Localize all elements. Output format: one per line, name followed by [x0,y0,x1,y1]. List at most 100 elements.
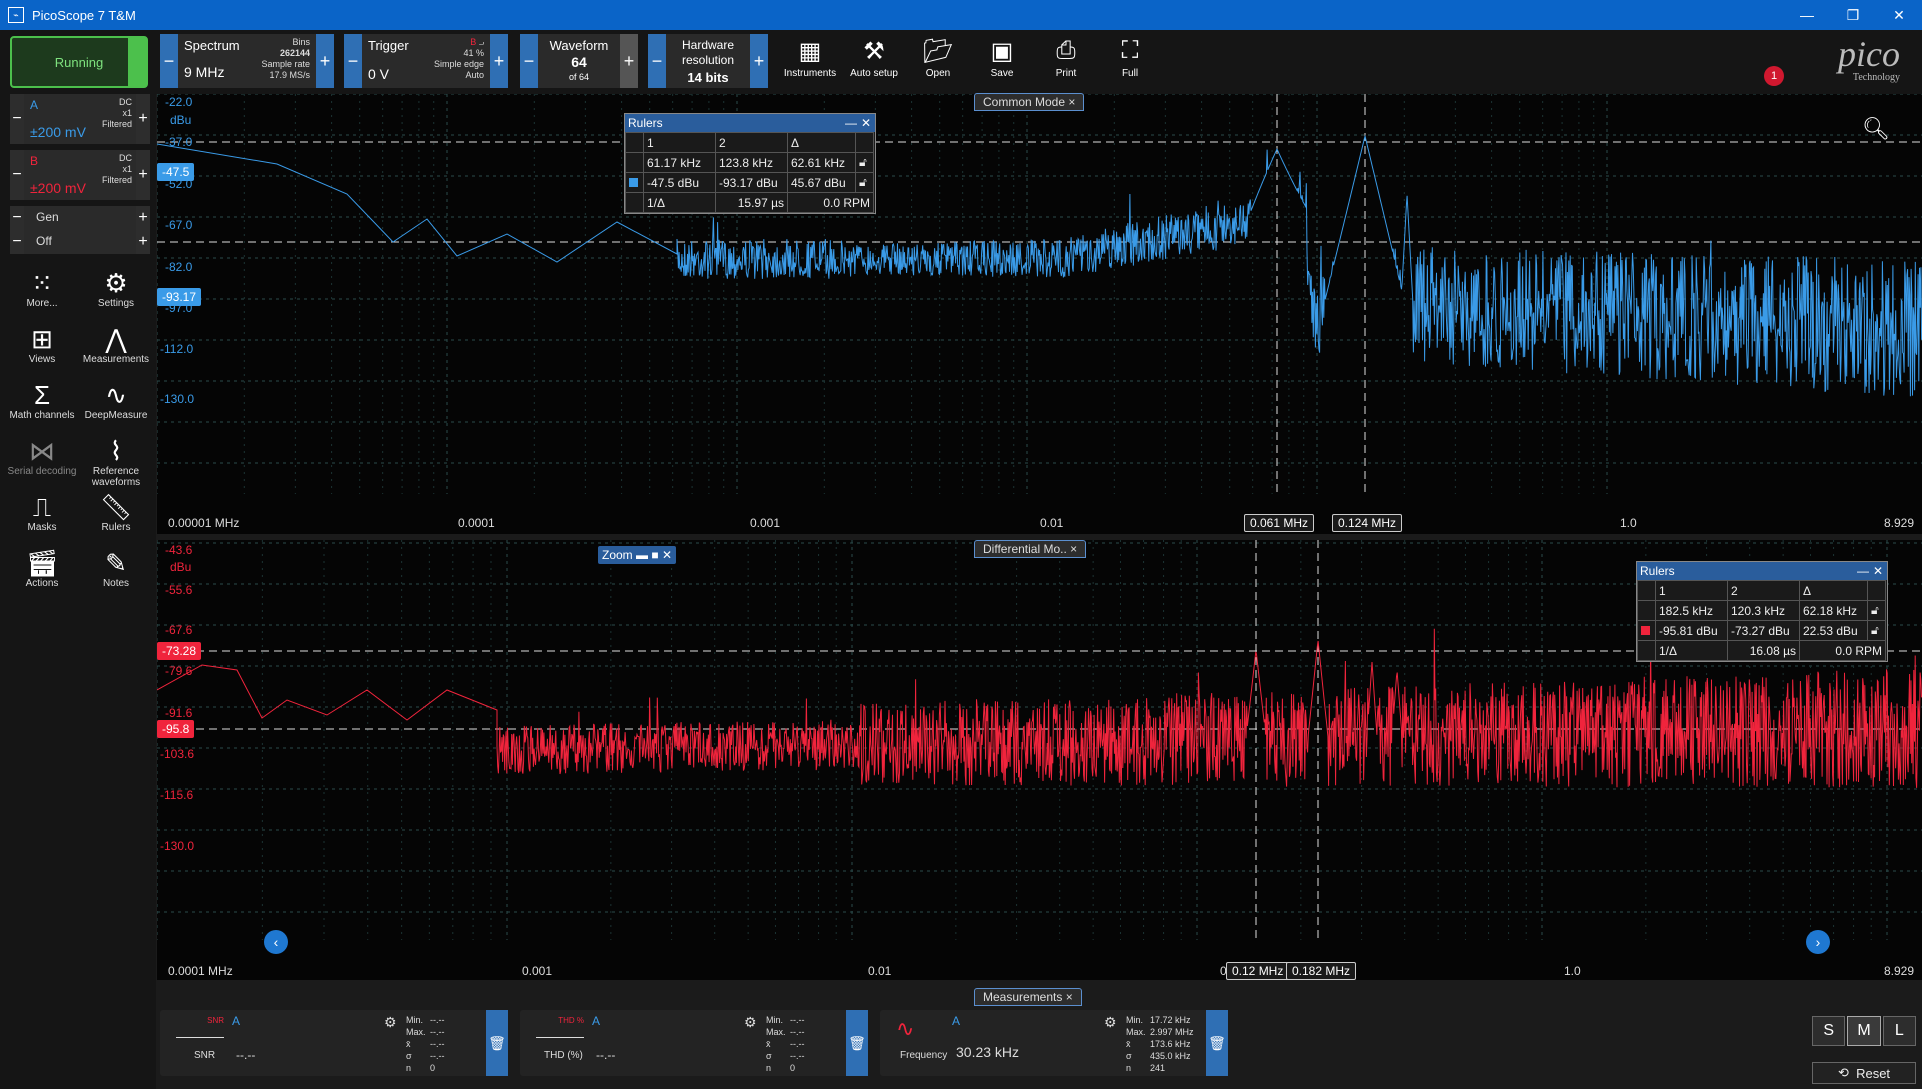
notification-badge[interactable]: 1 [1764,66,1784,86]
ruler-y2-flag[interactable]: -95.8 [157,720,195,738]
minimize-icon[interactable]: — [1784,0,1830,30]
delete-measurement-button[interactable]: 🗑︎ [1206,1010,1228,1076]
zoom-overview[interactable]: Zoom ▬ ■ ✕ [598,546,677,564]
ruler-inverse-label: 1/Δ [643,192,716,213]
ruler-x1-flag[interactable]: 0.12 MHz [1226,962,1290,980]
gen-state-decrease[interactable]: − [10,230,24,254]
print-button[interactable]: ⎙ Print [1036,34,1096,88]
trigger-level[interactable]: 0 V [368,66,389,82]
tab-differential-mode[interactable]: Differential Mo.. × [974,540,1087,558]
spectrum-value[interactable]: 9 MHz [184,64,224,80]
ruler-y2-flag[interactable]: -93.17 [157,288,202,306]
channel-b-range[interactable]: ±200 mV [30,180,86,196]
settings-button[interactable]: ⚙ Settings [80,268,152,309]
gear-icon[interactable]: ⚙ [744,1014,757,1031]
close-icon[interactable]: ✕ [662,548,672,562]
ruler-col: 2 [715,132,788,153]
size-s-button[interactable]: S [1812,1016,1846,1046]
ruler-x2-flag[interactable]: 0.124 MHz [1332,514,1403,532]
rulers-panel-bottom[interactable]: Rulers — ✕ 12Δ 182.5 kHz 120.3 kHz 62.18 kHz… [1636,561,1888,662]
full-screen-button[interactable]: ⛶ Full [1100,34,1160,88]
lock-icon[interactable]: 🔓︎ [855,152,874,173]
delete-measurement-button[interactable]: 🗑︎ [846,1010,868,1076]
gen-state[interactable]: Off [36,234,52,248]
delete-measurement-button[interactable]: 🗑︎ [486,1010,508,1076]
measurement-snr[interactable]: SNR A SNR --.-- ⚙ Min. Max. x̄ σ n --.-- --.-… [160,1010,508,1076]
next-buffer-button[interactable]: › [1806,930,1830,954]
measurement-frequency[interactable]: ∿ A Frequency 30.23 kHz ⚙ Min. Max. x̄ σ n 1… [880,1010,1228,1076]
tab-common-mode[interactable]: Common Mode × [974,93,1085,111]
size-m-button[interactable]: M [1847,1016,1881,1046]
notes-button[interactable]: ✎ Notes [80,548,152,589]
resolution-decrease-button[interactable]: − [648,34,666,88]
channel-a-increase[interactable]: + [136,94,150,144]
waveform-index[interactable]: 64 [540,54,618,70]
size-l-button[interactable]: L [1882,1016,1916,1046]
channel-swatch [1641,625,1650,635]
close-tab-icon[interactable]: × [1068,95,1075,109]
instruments-button[interactable]: ▦ Instruments [780,34,840,88]
save-button[interactable]: ▣ Save [972,34,1032,88]
ruler-x1-flag[interactable]: 0.061 MHz [1244,514,1315,532]
lock-icon[interactable]: 🔓︎ [1867,600,1886,621]
spectrum-increase-button[interactable]: + [316,34,334,88]
channel-a-range[interactable]: ±200 mV [30,124,86,140]
reference-waveforms-button[interactable]: ⌇ Reference waveforms [80,436,152,488]
trigger-decrease-button[interactable]: − [344,34,362,88]
math-channels-label: Math channels [9,410,75,421]
waveform-next-button[interactable]: + [620,34,638,88]
math-channels-button[interactable]: Σ Math channels [6,380,78,421]
gear-icon[interactable]: ⚙ [1104,1014,1117,1031]
deepmeasure-button[interactable]: ∿ DeepMeasure [80,380,152,421]
waveform-prev-button[interactable]: − [520,34,538,88]
run-stop-button[interactable]: Running [10,36,148,88]
masks-button[interactable]: ⎍ Masks [6,492,78,533]
serial-decoding-button[interactable]: ⋈ Serial decoding [6,436,78,477]
channel-b-decrease[interactable]: − [10,150,24,200]
minimize-icon[interactable]: ▬ [636,548,648,562]
channel-a-decrease[interactable]: − [10,94,24,144]
rulers-button[interactable]: 📏︎ Rulers [80,492,152,533]
reset-button[interactable]: ⟲ Reset [1812,1062,1916,1084]
auto-setup-button[interactable]: ⚒ Auto setup [844,34,904,88]
close-tab-icon[interactable]: × [1066,990,1073,1004]
trigger-increase-button[interactable]: + [490,34,508,88]
more-button[interactable]: ⁙ More... [6,268,78,309]
close-icon[interactable]: ✕ [1873,564,1883,578]
channel-b-control[interactable]: − B ±200 mV DC x1 Filtered + [10,150,150,200]
zoom-magnifier-icon[interactable]: 🔍︎ [1862,116,1890,142]
close-icon[interactable]: ✕ [1876,0,1922,30]
gen-decrease[interactable]: − [10,206,24,230]
measurements-button[interactable]: ⋀ Measurements [80,324,152,365]
minimize-icon[interactable]: — [845,116,857,130]
resolution-value[interactable]: 14 bits [668,70,748,85]
spectrum-decrease-button[interactable]: − [160,34,178,88]
gen-increase[interactable]: + [136,206,150,230]
ruler-y1-flag[interactable]: -47.5 [157,163,195,181]
y-tick: -43.6 [165,543,193,557]
close-icon[interactable]: ✕ [861,116,871,130]
gen-state-increase[interactable]: + [136,230,150,254]
common-mode-view[interactable] [157,94,1922,534]
trigger-source: B [470,37,477,47]
actions-button[interactable]: 🎬︎ Actions [6,548,78,589]
maximize-icon[interactable]: ❐ [1830,0,1876,30]
measurement-thd[interactable]: THD % A THD (%) --.-- ⚙ Min. Max. x̄ σ n --.… [520,1010,868,1076]
tab-measurements[interactable]: Measurements × [974,988,1082,1006]
gear-icon[interactable]: ⚙ [384,1014,397,1031]
lock-icon[interactable]: 🔓︎ [1867,620,1886,641]
previous-buffer-button[interactable]: ‹ [264,930,288,954]
ruler-x2-flag[interactable]: 0.182 MHz [1286,962,1357,980]
resolution-increase-button[interactable]: + [750,34,768,88]
minimize-icon[interactable]: — [1857,564,1869,578]
views-button[interactable]: ⊞ Views [6,324,78,365]
maximize-icon[interactable]: ■ [651,548,658,562]
lock-icon[interactable]: 🔓︎ [855,172,874,193]
channel-a-control[interactable]: − A ±200 mV DC x1 Filtered + [10,94,150,144]
close-tab-icon[interactable]: × [1070,542,1077,556]
generator-control[interactable]: − Gen + − Off + [10,206,150,254]
rulers-panel-top[interactable]: Rulers — ✕ 12Δ 61.17 kHz 123.8 kHz 62.61 kHz… [624,113,876,214]
ruler-y1-flag[interactable]: -73.28 [157,642,202,660]
channel-b-increase[interactable]: + [136,150,150,200]
open-button[interactable]: 📂︎ Open [908,34,968,88]
